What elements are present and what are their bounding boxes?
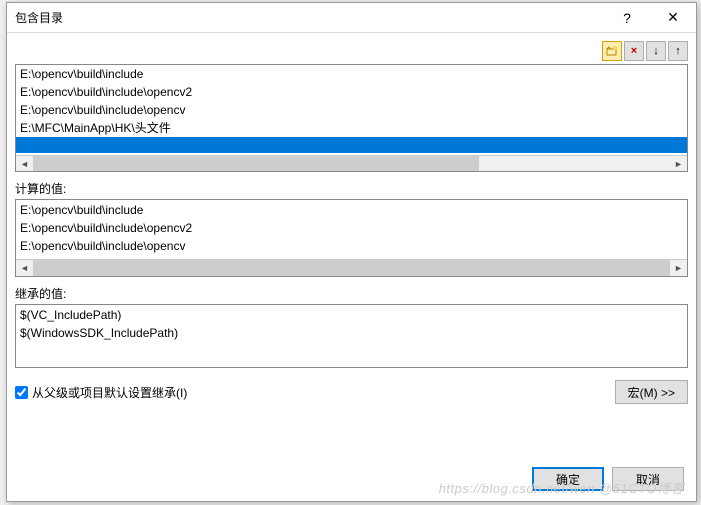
move-down-button[interactable]: ↓ [646, 41, 666, 61]
cancel-button[interactable]: 取消 [612, 467, 684, 491]
arrow-up-icon: ↑ [675, 46, 681, 57]
new-folder-icon [606, 45, 618, 57]
help-button[interactable]: ? [604, 3, 650, 33]
inherited-values-box: $(VC_IncludePath) $(WindowsSDK_IncludePa… [15, 304, 688, 368]
computed-inner[interactable]: E:\opencv\build\include E:\opencv\build\… [16, 200, 687, 259]
editable-paths-list[interactable]: E:\opencv\build\include E:\opencv\build\… [15, 64, 688, 172]
list-item-selected-empty[interactable] [16, 137, 687, 153]
inherited-item: $(WindowsSDK_IncludePath) [16, 324, 687, 342]
scroll-left-button[interactable]: ◄ [16, 156, 33, 172]
arrow-down-icon: ↓ [653, 46, 659, 57]
scroll-track[interactable] [33, 156, 670, 172]
editable-list-inner[interactable]: E:\opencv\build\include E:\opencv\build\… [16, 65, 687, 155]
dialog-content: × ↓ ↑ E:\opencv\build\include E:\opencv\… [7, 33, 696, 412]
macros-button[interactable]: 宏(M) >> [615, 380, 688, 404]
computed-item: E:\opencv\build\include\opencv2 [16, 219, 687, 237]
include-dirs-dialog: 包含目录 ? ✕ × ↓ ↑ E:\opencv\build\include E… [6, 2, 697, 502]
scroll-left-button[interactable]: ◄ [16, 260, 33, 276]
hscrollbar[interactable]: ◄ ► [16, 155, 687, 172]
move-up-button[interactable]: ↑ [668, 41, 688, 61]
inherited-item: $(VC_IncludePath) [16, 306, 687, 324]
close-button[interactable]: ✕ [650, 3, 696, 33]
new-line-button[interactable] [602, 41, 622, 61]
scroll-right-button[interactable]: ► [670, 156, 687, 172]
scroll-thumb[interactable] [33, 156, 479, 172]
delete-icon: × [631, 46, 637, 57]
scroll-thumb[interactable] [33, 260, 670, 276]
inherit-checkbox-label: 从父级或项目默认设置继承(I) [32, 384, 187, 401]
dialog-footer: 确定 取消 [532, 467, 684, 491]
titlebar: 包含目录 ? ✕ [7, 3, 696, 33]
list-item[interactable]: E:\opencv\build\include\opencv [16, 101, 687, 119]
computed-item: E:\opencv\build\include\opencv [16, 237, 687, 255]
list-item[interactable]: E:\opencv\build\include [16, 65, 687, 83]
inherited-inner[interactable]: $(VC_IncludePath) $(WindowsSDK_IncludePa… [16, 305, 687, 367]
list-item[interactable]: E:\opencv\build\include\opencv2 [16, 83, 687, 101]
bottom-row: 从父级或项目默认设置继承(I) 宏(M) >> [15, 380, 688, 404]
computed-values-box: E:\opencv\build\include E:\opencv\build\… [15, 199, 688, 277]
scroll-track[interactable] [33, 260, 670, 276]
hscrollbar[interactable]: ◄ ► [16, 259, 687, 276]
delete-line-button[interactable]: × [624, 41, 644, 61]
list-toolbar: × ↓ ↑ [15, 41, 688, 61]
dialog-title: 包含目录 [15, 9, 604, 26]
computed-label: 计算的值: [15, 180, 688, 197]
inherit-checkbox-wrap[interactable]: 从父级或项目默认设置继承(I) [15, 384, 615, 401]
computed-item: E:\opencv\build\include [16, 201, 687, 219]
ok-button[interactable]: 确定 [532, 467, 604, 491]
inherited-label: 继承的值: [15, 285, 688, 302]
list-item[interactable]: E:\MFC\MainApp\HK\头文件 [16, 119, 687, 137]
scroll-right-button[interactable]: ► [670, 260, 687, 276]
close-icon: ✕ [667, 9, 679, 26]
inherit-checkbox[interactable] [15, 386, 28, 399]
